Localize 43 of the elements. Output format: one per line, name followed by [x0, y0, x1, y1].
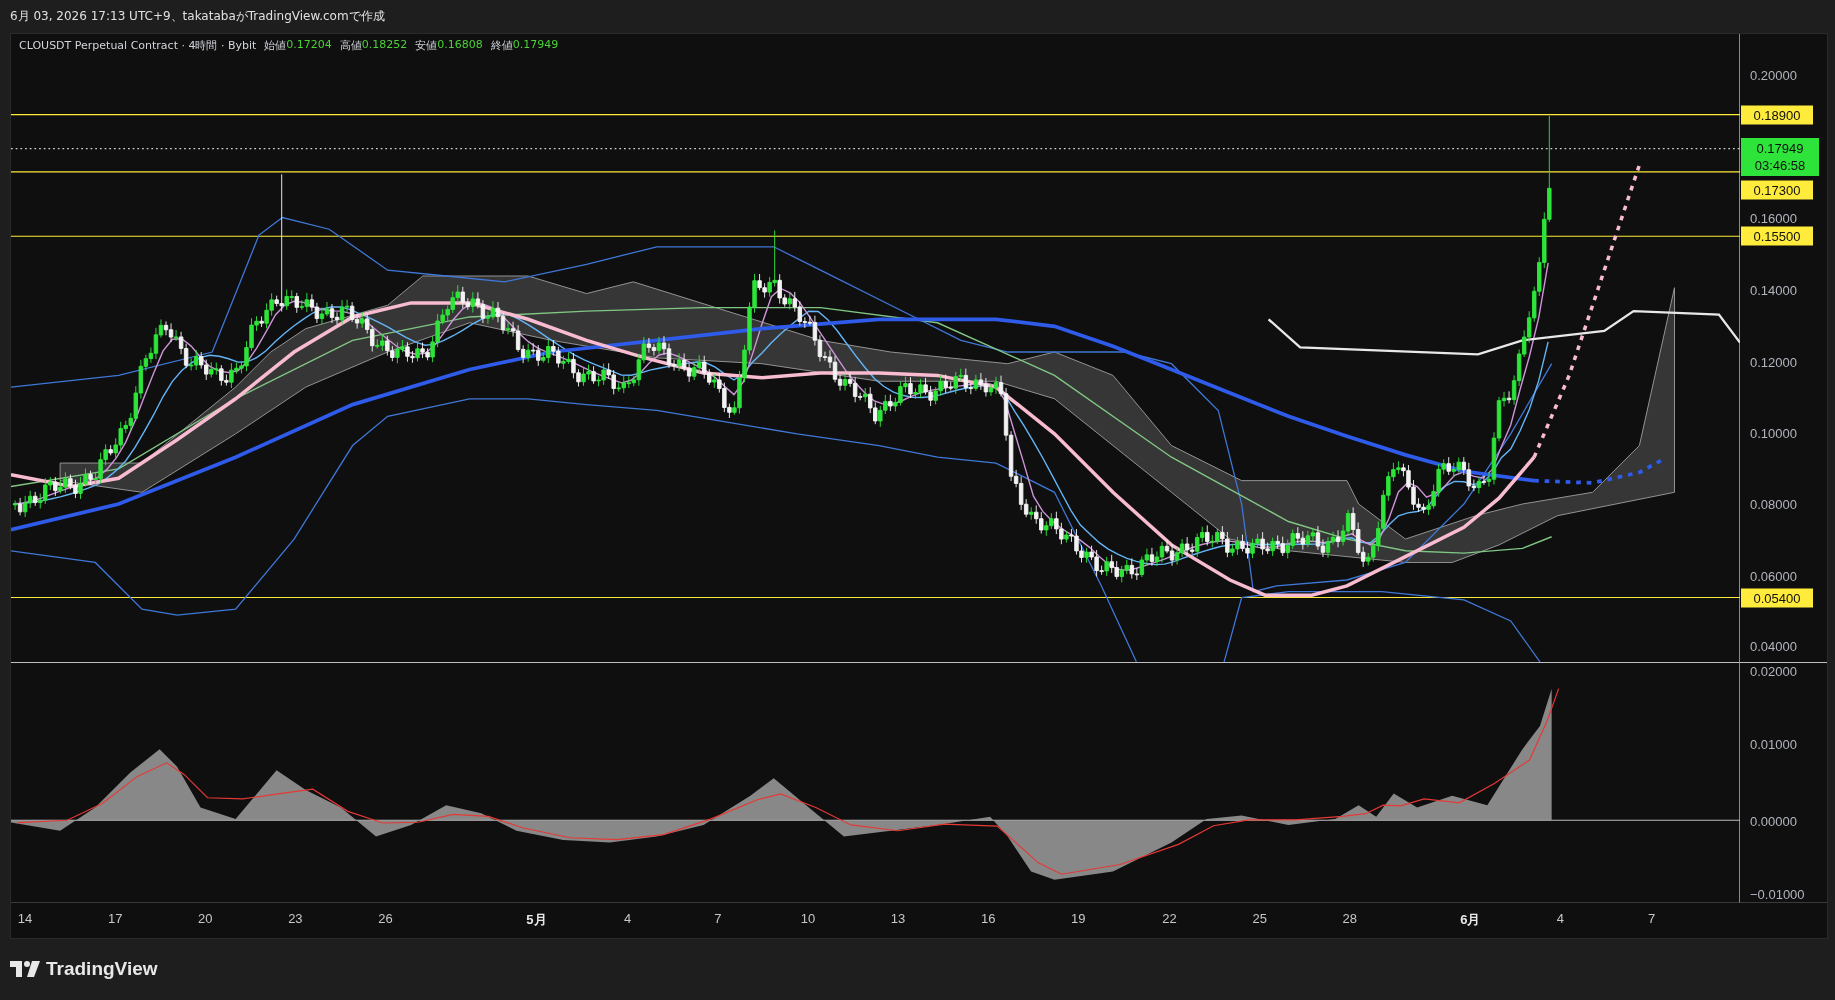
- ohlc-value: 高値0.18252: [339, 38, 408, 53]
- last-price-tag: 0.17949 03:46:58: [1741, 138, 1819, 177]
- price-axis-label: 0.12000: [1750, 354, 1797, 370]
- time-axis-label: 23: [288, 911, 303, 926]
- chart-caption: 6月 03, 2026 17:13 UTC+9、takatabaがTradingView.comで作成: [10, 8, 385, 25]
- time-axis-label: 4: [1556, 911, 1565, 926]
- time-axis-label: 25: [1252, 911, 1267, 926]
- ohlc-value: 始値0.17204: [264, 38, 332, 53]
- oscillator-axis-label: −0.01000: [1750, 886, 1805, 902]
- price-level-tag: 0.18900: [1741, 105, 1813, 125]
- price-level-tag: 0.05400: [1741, 588, 1813, 608]
- time-axis-label: 4: [624, 911, 632, 926]
- logo-name: TradingView: [46, 958, 158, 980]
- time-axis-label: 7: [1648, 911, 1656, 926]
- time-axis-label: 17: [107, 911, 123, 926]
- time-axis-label: 7: [714, 911, 722, 926]
- time-axis-label: 16: [980, 911, 996, 926]
- ohlc-value: 安値0.16808: [415, 38, 483, 53]
- time-axis-label: 28: [1342, 911, 1358, 926]
- price-axis-label: 0.08000: [1750, 496, 1797, 512]
- symbol-legend: CLOUSDT Perpetual Contract · 4時間 · Bybit: [19, 38, 257, 53]
- time-axis-label: 13: [890, 911, 906, 926]
- time-axis-label: 14: [17, 911, 33, 926]
- price-axis-label: 0.10000: [1750, 425, 1797, 441]
- oscillator-axis-label: 0.00000: [1750, 813, 1797, 829]
- price-level-tag: 0.17300: [1741, 180, 1813, 200]
- time-axis-label: 20: [198, 911, 213, 926]
- time-axis-label: 10: [800, 911, 816, 926]
- time-axis-label: 26: [378, 911, 393, 926]
- oscillator-axis-label: 0.01000: [1750, 736, 1797, 752]
- time-axis-label: 6月: [1460, 911, 1481, 929]
- time-axis-label: 19: [1071, 911, 1086, 926]
- price-axis-label: 0.04000: [1750, 638, 1797, 654]
- price-axis-label: 0.14000: [1750, 282, 1797, 298]
- price-axis-label: 0.06000: [1750, 568, 1797, 584]
- price-axis-label: 0.16000: [1750, 210, 1797, 226]
- oscillator-axis-label: 0.02000: [1750, 663, 1797, 679]
- time-axis-label: 22: [1162, 911, 1177, 926]
- price-axis-label: 0.20000: [1750, 67, 1797, 83]
- price-level-tag: 0.15500: [1741, 226, 1813, 246]
- time-axis-label: 5月: [526, 911, 547, 929]
- logo-icon: [10, 961, 40, 977]
- ohlc-value: 終値0.17949: [490, 38, 559, 53]
